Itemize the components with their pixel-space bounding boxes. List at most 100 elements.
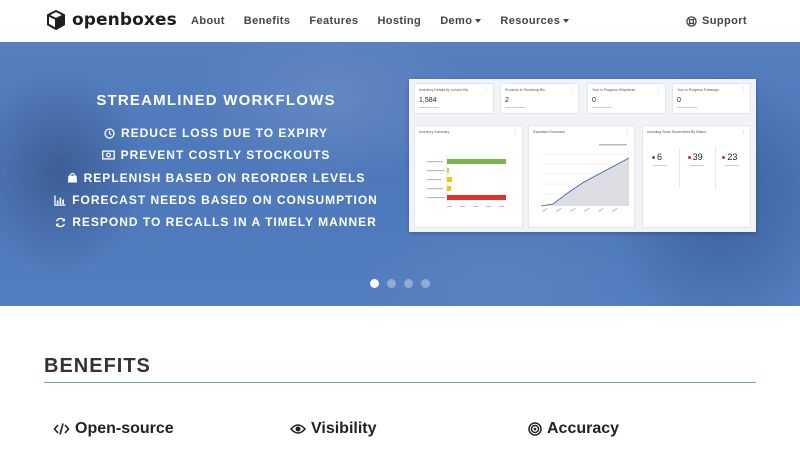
kpi-subtext — [592, 107, 612, 108]
kpi-value: 0 — [677, 97, 681, 104]
nav-features-label: Features — [309, 15, 359, 27]
hero-item-label: REPLENISH BASED ON REORDER LEVELS — [83, 170, 366, 185]
kpi-card: Products in Receiving Bin ⋮ 2 — [500, 83, 579, 114]
incoming-stock-panel: Incoming Stock Movements By Status ⋮ 6 3… — [642, 125, 751, 228]
nav-benefits[interactable]: Benefits — [244, 15, 291, 27]
kpi-title: Products in Receiving Bin — [505, 88, 545, 92]
bar-yellow — [447, 168, 449, 173]
status-count: 39 — [680, 148, 717, 188]
benefit-label: Accuracy — [547, 420, 620, 437]
nav-demo-label: Demo — [440, 15, 473, 27]
more-icon: ⋮ — [625, 129, 630, 135]
caret-down-icon — [475, 19, 482, 23]
brand-logo[interactable]: openboxes — [46, 10, 177, 30]
benefit-accuracy: Accuracy — [528, 420, 619, 438]
status-label — [725, 165, 740, 166]
status-value: 23 — [727, 152, 738, 162]
kpi-card: Your in Progress Putaways ⋮ 0 — [672, 83, 751, 114]
hero-feature-list: REDUCE LOSS DUE TO EXPIRY PREVENT COSTLY… — [0, 122, 432, 233]
hero-item-label: FORECAST NEEDS BASED ON CONSUMPTION — [72, 193, 378, 208]
panel-title: Incoming Stock Movements By Status — [647, 130, 706, 134]
nav-about[interactable]: About — [191, 15, 225, 27]
refresh-icon — [56, 217, 66, 228]
bar-yellow — [447, 177, 452, 182]
hero-item-label: REDUCE LOSS DUE TO EXPIRY — [120, 126, 329, 141]
status-label — [689, 165, 704, 166]
kpi-subtext — [505, 107, 525, 108]
nav-hosting[interactable]: Hosting — [377, 15, 421, 27]
kpi-value: 0 — [592, 97, 596, 104]
hero-title: STREAMLINED WORKFLOWS — [96, 92, 336, 109]
kpi-value: 2 — [505, 97, 509, 104]
expiration-line-chart — [540, 144, 630, 212]
inventory-bar-chart — [427, 156, 506, 207]
code-icon — [53, 423, 70, 435]
nav-demo-dropdown[interactable]: Demo — [440, 15, 482, 27]
hero-carousel: STREAMLINED WORKFLOWS REDUCE LOSS DUE TO… — [0, 42, 800, 306]
box-logo-icon — [47, 10, 65, 30]
kpi-card: Inventory Details by Lot and Bin ⋮ 1,584 — [414, 83, 494, 114]
bullseye-icon — [528, 422, 542, 436]
nav-resources-label: Resources — [500, 15, 561, 27]
more-icon: ⋮ — [513, 129, 518, 135]
bar-yellow — [447, 186, 451, 191]
bar-chart-icon — [54, 194, 66, 206]
status-dot-icon — [652, 156, 655, 159]
benefit-label: Visibility — [311, 420, 377, 437]
carousel-dot-3[interactable] — [404, 279, 413, 288]
brand-name: openboxes — [72, 10, 177, 30]
kpi-subtext — [677, 107, 697, 108]
kpi-title: Your in Progress Putaways — [677, 88, 719, 92]
status-value: 6 — [657, 152, 663, 162]
carousel-dot-4[interactable] — [421, 279, 430, 288]
benefit-label: Open-source — [75, 420, 174, 437]
kpi-title: Your in Progress Shipments — [592, 88, 636, 92]
panel-title: Inventory Summary — [419, 130, 450, 134]
status-value: 39 — [692, 152, 703, 162]
navbar: openboxes About Benefits Features Hostin… — [0, 0, 800, 42]
nav-about-label: About — [191, 15, 225, 27]
caret-down-icon — [563, 19, 570, 23]
status-counts: 6 39 23 — [643, 148, 752, 188]
kpi-value: 1,584 — [419, 97, 437, 104]
benefits-divider — [44, 382, 756, 383]
benefits-heading: BENEFITS — [44, 355, 151, 377]
more-icon: ⋮ — [484, 87, 489, 93]
carousel-dot-1[interactable] — [370, 279, 379, 288]
support-link[interactable]: Support — [686, 0, 747, 42]
carousel-dot-2[interactable] — [387, 279, 396, 288]
hero-item-replenish: REPLENISH BASED ON REORDER LEVELS — [0, 167, 432, 189]
status-dot-icon — [722, 156, 726, 159]
shopping-bag-icon — [67, 172, 77, 183]
more-icon: ⋮ — [569, 87, 574, 93]
status-label — [653, 165, 667, 166]
more-icon: ⋮ — [741, 87, 746, 93]
hero-item-label: PREVENT COSTLY STOCKOUTS — [120, 148, 331, 163]
nav-features[interactable]: Features — [309, 15, 358, 27]
life-ring-icon — [686, 15, 697, 27]
hero-item-forecast: FORECAST NEEDS BASED ON CONSUMPTION — [0, 189, 432, 211]
nav-benefits-label: Benefits — [243, 15, 291, 27]
more-icon: ⋮ — [656, 87, 661, 93]
dashboard-preview: Inventory Details by Lot and Bin ⋮ 1,584… — [409, 79, 756, 232]
panel-title: Expiration Summary — [533, 130, 565, 134]
expiration-summary-panel: Expiration Summary ⋮ — [528, 125, 635, 228]
kpi-subtext — [419, 107, 439, 108]
support-label: Support — [702, 15, 747, 27]
benefit-visibility: Visibility — [290, 420, 377, 438]
eye-icon — [290, 424, 306, 434]
more-icon: ⋮ — [741, 129, 746, 135]
money-icon — [101, 150, 115, 160]
clock-icon — [104, 128, 115, 139]
bar-green — [447, 159, 506, 164]
bar-red — [447, 195, 506, 200]
kpi-card: Your in Progress Shipments ⋮ 0 — [587, 83, 666, 114]
nav-links: About Benefits Features Hosting Demo Res… — [191, 0, 588, 42]
kpi-title: Inventory Details by Lot and Bin — [419, 88, 469, 92]
status-count: 6 — [643, 148, 680, 188]
nav-resources-dropdown[interactable]: Resources — [500, 15, 570, 27]
carousel-indicators — [370, 279, 430, 288]
hero-item-label: RESPOND TO RECALLS IN A TIMELY MANNER — [72, 215, 377, 230]
hero-item-recalls: RESPOND TO RECALLS IN A TIMELY MANNER — [0, 211, 432, 233]
hero-item-stockouts: PREVENT COSTLY STOCKOUTS — [0, 144, 432, 166]
